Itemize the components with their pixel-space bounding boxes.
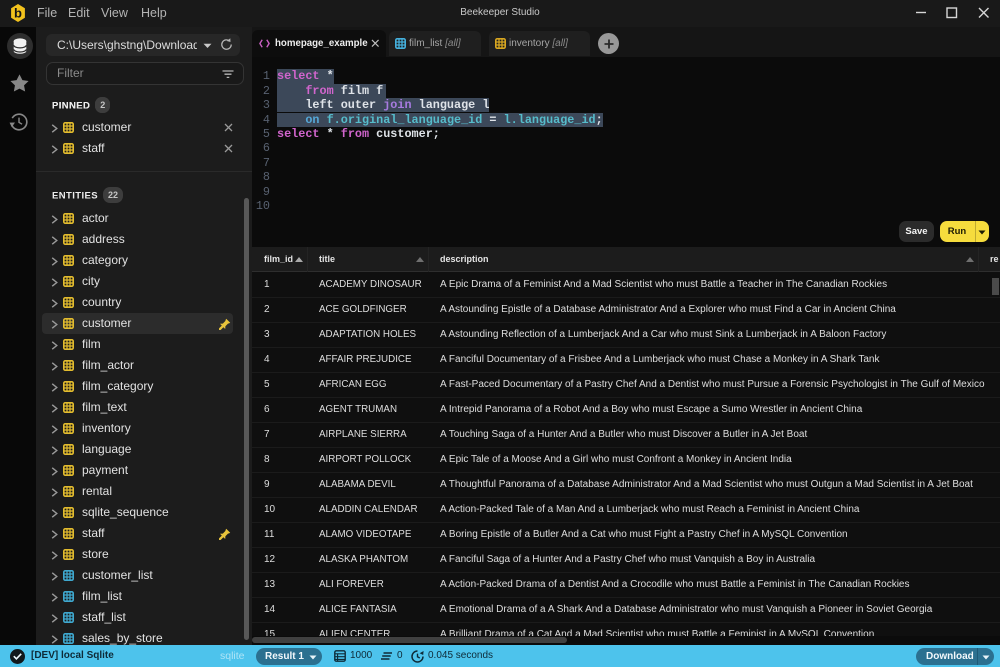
svg-text:b: b [14, 6, 22, 21]
